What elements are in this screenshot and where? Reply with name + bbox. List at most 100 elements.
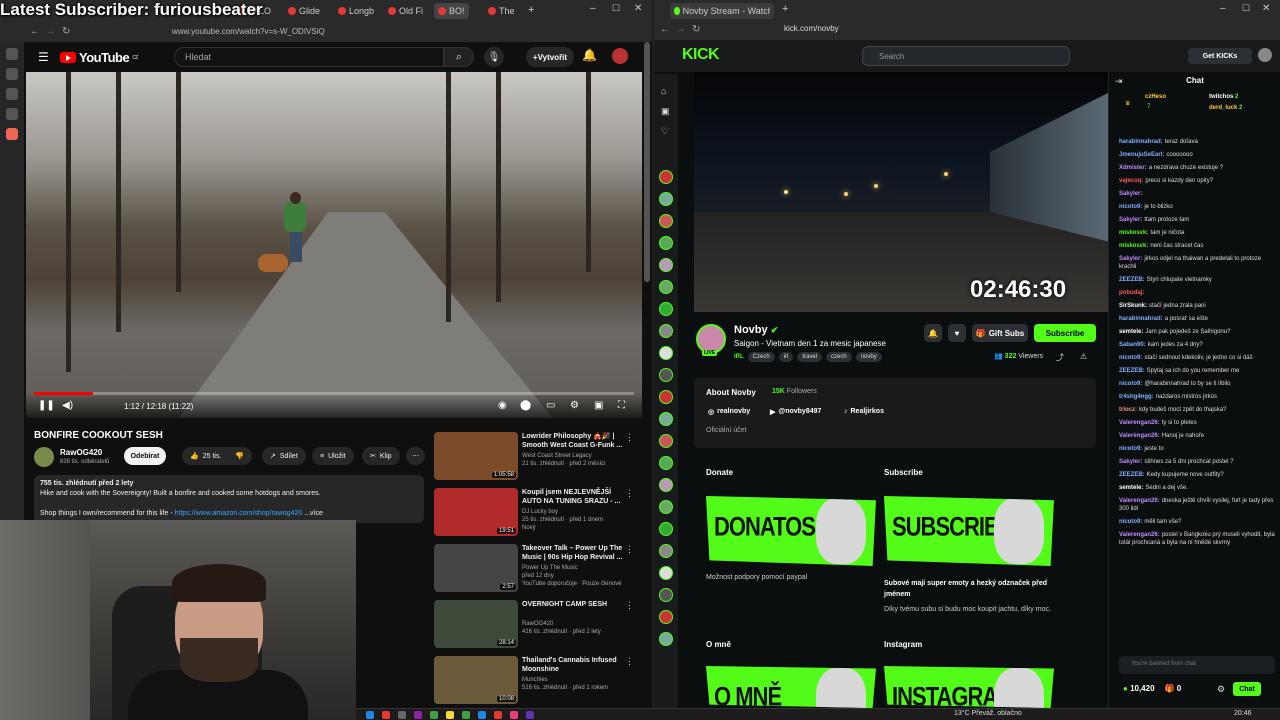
youtube-link[interactable]: ▶ @novby8497 bbox=[770, 408, 821, 416]
followed-channel-avatar[interactable] bbox=[659, 544, 673, 558]
related-title[interactable]: OVERNIGHT CAMP SESH bbox=[522, 600, 626, 609]
sidebar-icon[interactable] bbox=[6, 68, 18, 80]
related-thumbnail[interactable]: 10:08 bbox=[434, 656, 518, 704]
more-icon[interactable]: ⋮ bbox=[625, 432, 634, 443]
chat-username[interactable]: SirSkunk: bbox=[1119, 303, 1147, 309]
scrollbar[interactable] bbox=[644, 42, 650, 282]
taskbar-weather[interactable]: 13°C Převáž. oblačno bbox=[954, 710, 1022, 717]
search-input[interactable]: Hledat bbox=[174, 47, 444, 67]
chat-username[interactable]: semtele: bbox=[1119, 485, 1143, 491]
more-icon[interactable]: ⋮ bbox=[625, 488, 634, 499]
chat-username[interactable]: JmenujuSeEarl: bbox=[1119, 152, 1164, 158]
reload-icon[interactable]: ↻ bbox=[692, 24, 700, 35]
chat-username[interactable]: ZEEZEB: bbox=[1119, 368, 1145, 374]
forward-icon[interactable]: → bbox=[46, 26, 56, 37]
chat-input[interactable]: You're banned from chat bbox=[1119, 656, 1275, 674]
followed-channel-avatar[interactable] bbox=[659, 214, 673, 228]
taskbar-app-icon[interactable] bbox=[398, 711, 406, 719]
followed-channel-avatar[interactable] bbox=[659, 478, 673, 492]
more-icon[interactable]: ⋮ bbox=[625, 656, 634, 667]
more-actions-button[interactable]: ⋯ bbox=[406, 447, 425, 465]
streamer-name[interactable]: Novby ✔ bbox=[734, 324, 778, 336]
back-icon[interactable]: ← bbox=[30, 26, 40, 37]
chat-username[interactable]: tr4shg4ngg: bbox=[1119, 394, 1154, 400]
subscribe-banner[interactable]: SUBSCRIBE bbox=[884, 496, 1054, 566]
leaderboard-entry[interactable]: twitchos 2 bbox=[1209, 94, 1238, 100]
followed-channel-avatar[interactable] bbox=[659, 456, 673, 470]
progress-bar[interactable] bbox=[34, 392, 634, 395]
home-icon[interactable]: ⌂ bbox=[661, 86, 666, 96]
followed-channel-avatar[interactable] bbox=[659, 258, 673, 272]
mic-icon[interactable]: 🎙 bbox=[484, 47, 504, 67]
chat-username[interactable]: nicoto9: bbox=[1119, 446, 1142, 452]
report-icon[interactable]: ⚠ bbox=[1080, 352, 1087, 361]
taskbar-app-icon[interactable] bbox=[462, 711, 470, 719]
avatar[interactable] bbox=[1258, 48, 1272, 62]
tag[interactable]: Czech bbox=[747, 352, 775, 362]
channel-name[interactable]: RawOG420 bbox=[60, 448, 102, 457]
tab-kick[interactable]: Novby Stream - Watch Live o... bbox=[670, 3, 774, 19]
youtube-logo[interactable]: YouTube CZ bbox=[60, 50, 138, 65]
related-video-item[interactable]: 28:14 OVERNIGHT CAMP SESH RawOG420 416 tis.… bbox=[434, 600, 634, 656]
maximize-icon[interactable]: ☐ bbox=[1242, 3, 1250, 14]
menu-icon[interactable]: ☰ bbox=[38, 50, 49, 64]
leaderboard-entry[interactable]: derd_luck 2 bbox=[1209, 105, 1242, 111]
close-icon[interactable]: ✕ bbox=[634, 3, 642, 14]
related-title[interactable]: Takeover Talk – Power Up The Music | 90s… bbox=[522, 544, 626, 562]
followed-channel-avatar[interactable] bbox=[659, 412, 673, 426]
taskbar-app-icon[interactable] bbox=[366, 711, 374, 719]
followed-channel-avatar[interactable] bbox=[659, 192, 673, 206]
taskbar-app-icon[interactable] bbox=[430, 711, 438, 719]
search-input[interactable]: Search bbox=[862, 46, 1070, 66]
related-video-item[interactable]: 2:57 Takeover Talk – Power Up The Music |… bbox=[434, 544, 634, 600]
pause-icon[interactable]: ❚❚ bbox=[38, 400, 55, 411]
settings-gear-icon[interactable]: ⚙ bbox=[570, 400, 579, 411]
fullscreen-icon[interactable]: ⛶ bbox=[618, 400, 625, 411]
chat-username[interactable]: Valerengan26: bbox=[1119, 532, 1160, 538]
chat-username[interactable]: miskosvk: bbox=[1119, 230, 1148, 236]
following-icon[interactable]: ♡ bbox=[661, 126, 669, 137]
chat-username[interactable]: Sakyler: bbox=[1119, 256, 1142, 262]
channel-avatar[interactable] bbox=[34, 447, 54, 467]
miniplayer-icon[interactable]: ▣ bbox=[594, 400, 603, 411]
more-link[interactable]: ...více bbox=[302, 510, 323, 517]
tiktok-link[interactable]: ♪ Realjirkos bbox=[844, 408, 884, 415]
taskbar-app-icon[interactable] bbox=[414, 711, 422, 719]
chat-username[interactable]: triocz: bbox=[1119, 407, 1137, 413]
related-title[interactable]: Thailand's Cannabis Infused Moonshine bbox=[522, 656, 626, 674]
back-icon[interactable]: ← bbox=[660, 24, 670, 35]
tag[interactable]: novby bbox=[855, 352, 882, 362]
thumb-down-icon[interactable]: 👎 bbox=[235, 452, 244, 460]
chat-username[interactable]: ZEEZEB: bbox=[1119, 472, 1145, 478]
about-banner[interactable]: O MNĚ bbox=[706, 666, 876, 708]
related-video-item[interactable]: 10:08 Thailand's Cannabis Infused Moonshi… bbox=[434, 656, 634, 712]
chat-username[interactable]: Valerengan26: bbox=[1119, 498, 1160, 504]
instagram-link[interactable]: ◎ realnovby bbox=[708, 408, 750, 416]
tab-oldfi[interactable]: Old Fi bbox=[384, 3, 427, 19]
clip-button[interactable]: ✂ Klip bbox=[362, 447, 400, 465]
related-title[interactable]: Koupil jsem NEJLEVNĚJŠÍ AUTO NA TUNING S… bbox=[522, 488, 626, 506]
followed-channel-avatar[interactable] bbox=[659, 390, 673, 404]
kick-subscribe-button[interactable]: Subscribe bbox=[1034, 324, 1096, 342]
maximize-icon[interactable]: ☐ bbox=[612, 3, 620, 14]
chat-username[interactable]: nicoto9: bbox=[1119, 204, 1142, 210]
followed-channel-avatar[interactable] bbox=[659, 302, 673, 316]
tab-longb[interactable]: Longb bbox=[334, 3, 378, 19]
more-icon[interactable]: ⋮ bbox=[625, 544, 634, 555]
related-title[interactable]: Lowrider Philosophy 🎪🎉 | Smooth West Coa… bbox=[522, 432, 626, 450]
chat-username[interactable]: nicoto9: bbox=[1119, 381, 1142, 387]
followed-channel-avatar[interactable] bbox=[659, 632, 673, 646]
avatar[interactable] bbox=[612, 48, 628, 64]
chat-username[interactable]: harabinnahrad: bbox=[1119, 316, 1163, 322]
chat-settings-icon[interactable]: ⚙ bbox=[1217, 684, 1225, 695]
kick-logo[interactable]: KICK bbox=[682, 46, 720, 64]
followed-channel-avatar[interactable] bbox=[659, 522, 673, 536]
notify-bell-icon[interactable]: 🔔 bbox=[924, 324, 942, 342]
stream-player[interactable]: 02:46:30 bbox=[694, 72, 1110, 312]
chat-username[interactable]: Saban90: bbox=[1119, 342, 1146, 348]
url-field[interactable]: kick.com/novby bbox=[784, 24, 839, 33]
related-video-item[interactable]: 19:51 Koupil jsem NEJLEVNĚJŠÍ AUTO NA TUN… bbox=[434, 488, 634, 544]
gift-subs-button[interactable]: 🎁 Gift Subs bbox=[972, 324, 1028, 342]
taskbar-app-icon[interactable] bbox=[478, 711, 486, 719]
create-button[interactable]: + Vytvořit bbox=[526, 47, 574, 67]
